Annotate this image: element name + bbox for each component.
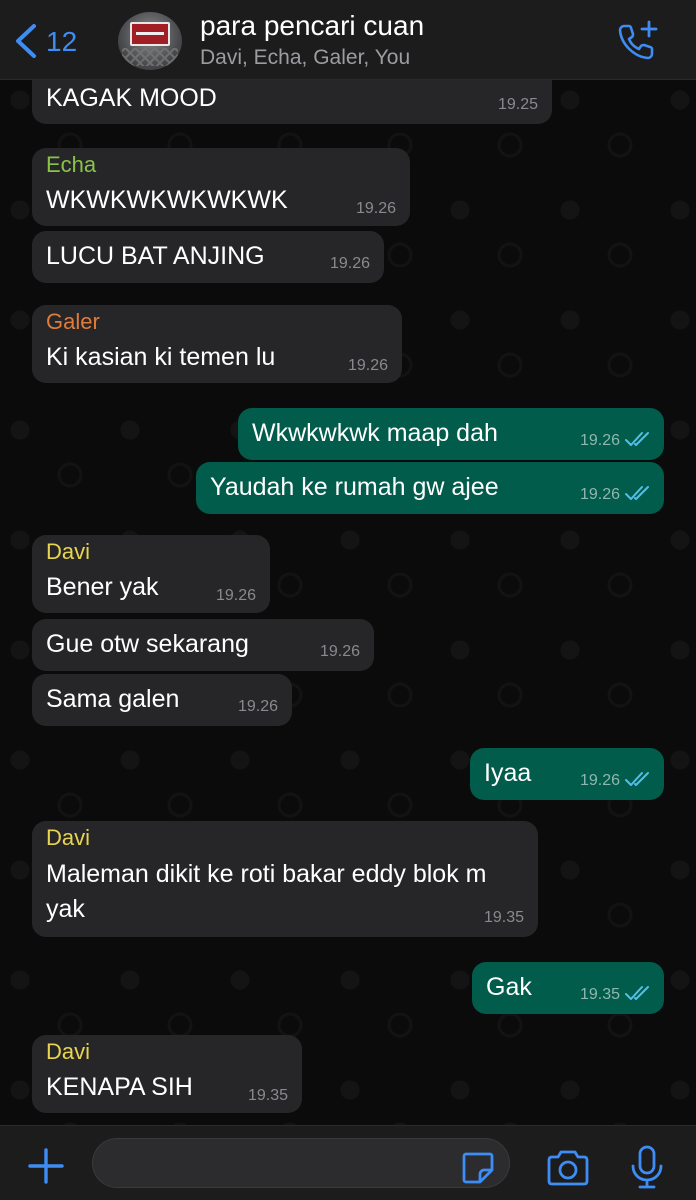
message-text: KENAPA SIH (46, 1073, 193, 1101)
read-ticks-icon (625, 772, 649, 786)
message-sender[interactable]: Davi (46, 1039, 90, 1065)
sticker-icon[interactable] (460, 1150, 496, 1186)
microphone-icon[interactable] (628, 1144, 666, 1190)
message-incoming[interactable]: Davi Bener yak 19.26 (32, 535, 270, 613)
message-time: 19.26 (347, 357, 388, 374)
message-outgoing[interactable]: Wkwkwkwk maap dah 19.26 (238, 408, 664, 460)
chevron-left-icon (16, 24, 36, 58)
message-sender[interactable]: Galer (46, 309, 100, 335)
message-time: 19.26 (355, 200, 396, 217)
group-avatar[interactable] (118, 12, 182, 70)
message-time: 19.26 (319, 643, 360, 660)
message-incoming[interactable]: Sama galen 19.26 (32, 674, 292, 726)
message-time: 19.26 (329, 255, 370, 272)
message-outgoing[interactable]: Gak 19.35 (472, 962, 664, 1014)
message-sender[interactable]: Davi (46, 825, 90, 851)
message-sender[interactable]: Echa (46, 152, 96, 178)
message-text: LUCU BAT ANJING (46, 242, 265, 270)
message-incoming[interactable]: Gue otw sekarang 19.26 (32, 619, 374, 671)
unread-count: 12 (46, 26, 78, 57)
message-time: 19.35 (483, 909, 524, 926)
message-incoming[interactable]: Davi Maleman dikit ke roti bakar eddy bl… (32, 821, 538, 937)
message-incoming[interactable]: Echa WKWKWKWKWKWK 19.26 (32, 148, 410, 226)
camera-icon[interactable] (545, 1148, 591, 1188)
message-time: 19.26 (237, 698, 278, 715)
message-text: Bener yak (46, 573, 159, 601)
read-ticks-icon (625, 486, 649, 500)
message-text: Wkwkwkwk maap dah (252, 419, 498, 447)
message-time: 19.26 (579, 486, 620, 503)
message-time: 19.35 (579, 986, 620, 1003)
message-text: Gak (486, 973, 532, 1001)
message-incoming[interactable]: LUCU BAT ANJING 19.26 (32, 231, 384, 283)
chat-title[interactable]: para pencari cuan (200, 10, 424, 42)
message-time: 19.26 (579, 772, 620, 789)
message-text: WKWKWKWKWKWK (46, 186, 288, 214)
message-sender[interactable]: Davi (46, 539, 90, 565)
message-composer (0, 1125, 696, 1200)
message-text: Maleman dikit ke roti bakar eddy blok m … (46, 860, 487, 923)
message-text: Yaudah ke rumah gw ajee (210, 473, 499, 501)
message-outgoing[interactable]: Iyaa 19.26 (470, 748, 664, 800)
message-time: 19.26 (215, 587, 256, 604)
message-time: 19.26 (579, 432, 620, 449)
message-time: 19.25 (497, 96, 538, 113)
back-button[interactable]: 12 (12, 22, 77, 60)
avatar-sign-graphic (130, 22, 170, 46)
message-outgoing[interactable]: Yaudah ke rumah gw ajee 19.26 (196, 462, 664, 514)
add-call-icon[interactable] (616, 20, 660, 64)
chat-header: 12 para pencari cuan Davi, Echa, Galer, … (0, 0, 696, 80)
message-input[interactable] (92, 1138, 510, 1188)
read-ticks-icon (625, 986, 649, 1000)
message-text: Gue otw sekarang (46, 630, 249, 658)
message-incoming[interactable]: Davi KENAPA SIH 19.35 (32, 1035, 302, 1113)
message-incoming[interactable]: Galer Ki kasian ki temen lu 19.26 (32, 305, 402, 383)
message-text: Sama galen (46, 685, 180, 713)
message-time: 19.35 (247, 1087, 288, 1104)
message-list[interactable]: KAGAK MOOD 19.25 Echa WKWKWKWKWKWK 19.26… (0, 80, 696, 1125)
message-text: KAGAK MOOD (46, 84, 217, 112)
participants-list[interactable]: Davi, Echa, Galer, You (200, 46, 410, 70)
message-text: Iyaa (484, 759, 532, 787)
message-incoming[interactable]: KAGAK MOOD 19.25 (32, 80, 552, 124)
read-ticks-icon (625, 432, 649, 446)
avatar-fence-graphic (122, 48, 178, 66)
message-text: Ki kasian ki temen lu (46, 343, 276, 371)
plus-icon[interactable] (26, 1146, 66, 1186)
